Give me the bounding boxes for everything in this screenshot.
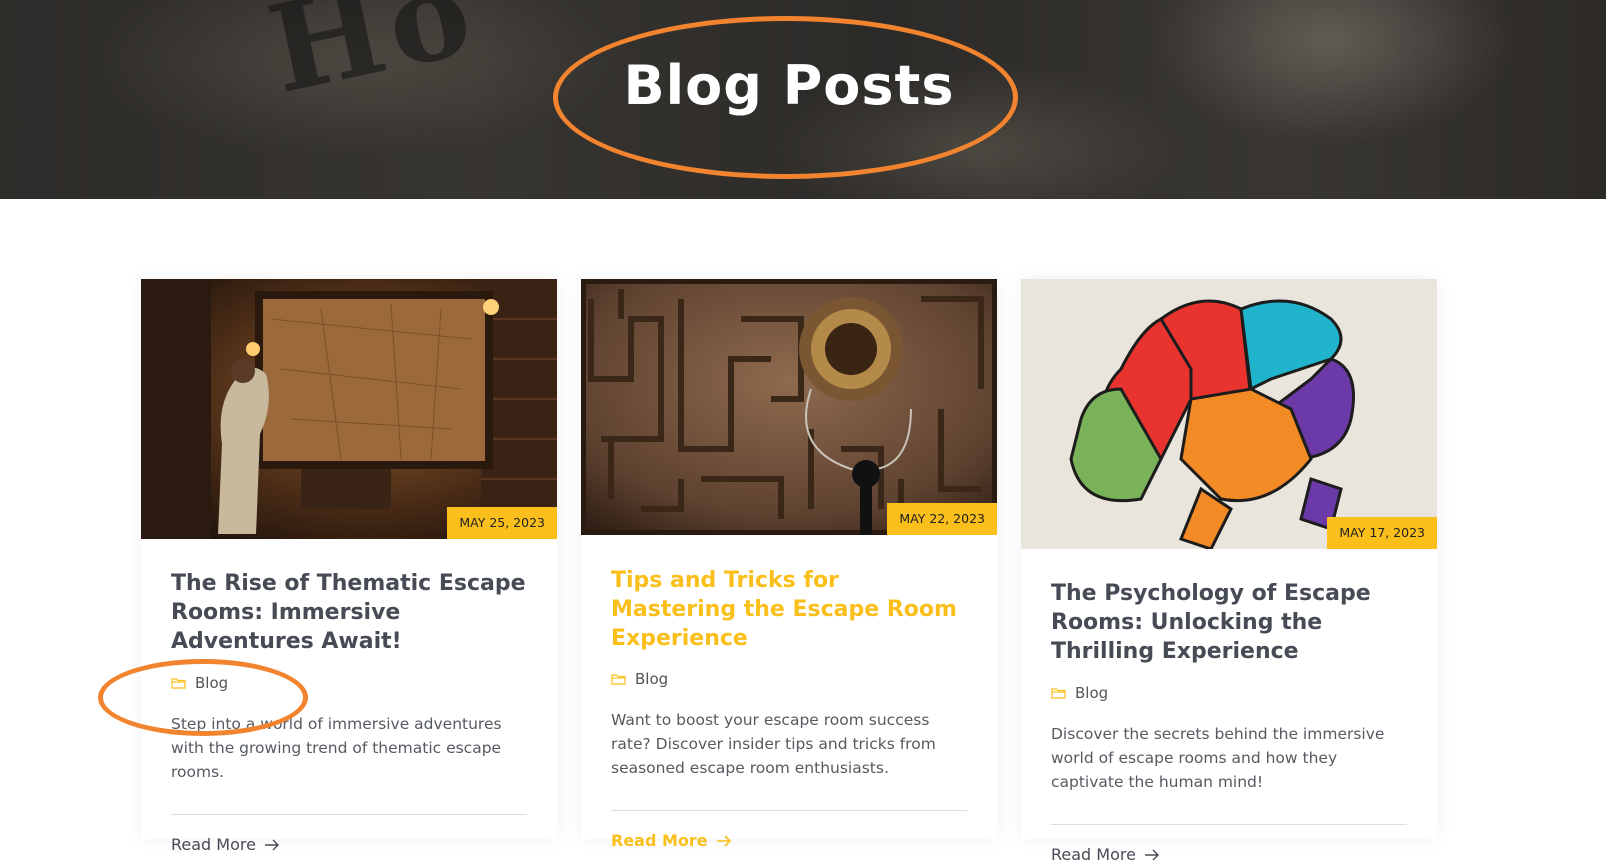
read-more-label: Read More [171, 835, 256, 854]
annotation-circle-category [98, 659, 308, 736]
divider [1051, 824, 1407, 825]
divider [611, 810, 967, 811]
post-category: Blog [611, 670, 967, 688]
read-more-label: Read More [611, 831, 708, 850]
read-more-link[interactable]: Read More [171, 835, 527, 854]
date-badge: MAY 17, 2023 [1327, 517, 1437, 549]
maze-puzzle-image [581, 279, 997, 535]
category-link[interactable]: Blog [1075, 684, 1108, 702]
post-body: The Psychology of Escape Rooms: Unlockin… [1021, 549, 1437, 864]
divider [171, 814, 527, 815]
date-badge: MAY 22, 2023 [887, 503, 997, 535]
post-title[interactable]: The Rise of Thematic Escape Rooms: Immer… [171, 569, 527, 656]
post-excerpt: Want to boost your escape room success r… [611, 711, 936, 777]
arrow-right-icon [264, 839, 279, 850]
read-more-link[interactable]: Read More [1051, 845, 1407, 864]
read-more-link[interactable]: Read More [611, 831, 967, 850]
post-body: Tips and Tricks for Mastering the Escape… [581, 535, 997, 850]
post-title[interactable]: Tips and Tricks for Mastering the Escape… [611, 566, 967, 653]
annotation-circle-title [553, 16, 1018, 179]
folder-icon [1051, 688, 1066, 699]
post-card: MAY 25, 2023 The Rise of Thematic Escape… [141, 279, 557, 854]
folder-icon [611, 674, 626, 685]
post-image[interactable]: MAY 17, 2023 [1021, 279, 1437, 549]
post-card: MAY 17, 2023 The Psychology of Escape Ro… [1021, 279, 1437, 864]
escape-room-map-image [141, 279, 557, 539]
brain-puzzle-image [1021, 279, 1437, 549]
post-category: Blog [1051, 684, 1407, 702]
post-image[interactable]: MAY 25, 2023 [141, 279, 557, 539]
post-title[interactable]: The Psychology of Escape Rooms: Unlockin… [1051, 579, 1407, 666]
post-card: MAY 22, 2023 Tips and Tricks for Masteri… [581, 279, 997, 850]
date-badge: MAY 25, 2023 [447, 507, 557, 539]
arrow-right-icon [716, 834, 731, 847]
arrow-right-icon [1144, 849, 1159, 860]
post-image[interactable]: MAY 22, 2023 [581, 279, 997, 535]
category-link[interactable]: Blog [635, 670, 668, 688]
read-more-label: Read More [1051, 845, 1136, 864]
post-excerpt: Discover the secrets behind the immersiv… [1051, 725, 1385, 791]
